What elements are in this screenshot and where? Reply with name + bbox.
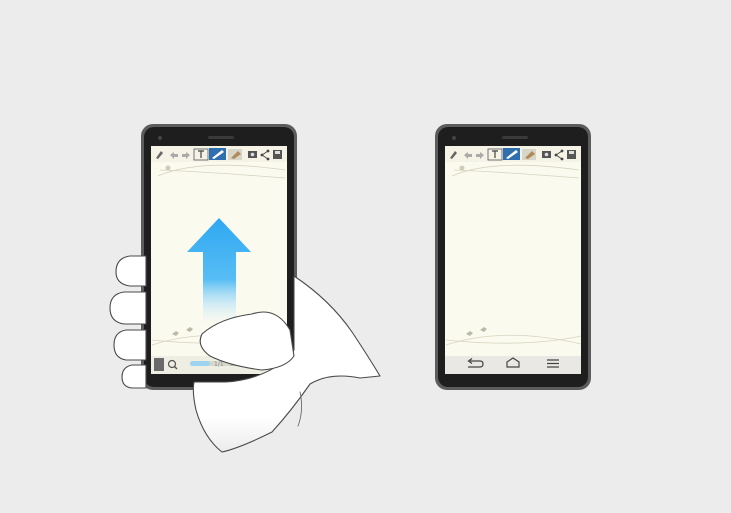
pen-tool-icon[interactable] (503, 148, 520, 160)
thumbnail-icon[interactable] (154, 358, 164, 371)
finger-4 (121, 364, 147, 389)
pen-tool-icon[interactable] (209, 148, 226, 160)
right-toolbar (445, 146, 581, 162)
eraser-icon[interactable] (522, 149, 536, 160)
front-camera (158, 136, 162, 140)
right-nav-bar (445, 356, 581, 374)
illustration: 1/1 (109, 124, 591, 453)
right-phone (435, 124, 591, 390)
front-camera (452, 136, 456, 140)
left-toolbar (151, 146, 287, 162)
finger-3 (113, 329, 147, 361)
camera-icon[interactable] (248, 151, 257, 158)
finger-2 (109, 291, 147, 325)
finger-1 (115, 255, 147, 287)
speaker-grille (208, 136, 234, 139)
save-icon[interactable] (567, 150, 576, 159)
save-icon[interactable] (273, 150, 282, 159)
eraser-icon[interactable] (228, 149, 242, 160)
camera-icon[interactable] (542, 151, 551, 158)
page-indicator: 1/1 (214, 361, 224, 368)
speaker-grille (502, 136, 528, 139)
